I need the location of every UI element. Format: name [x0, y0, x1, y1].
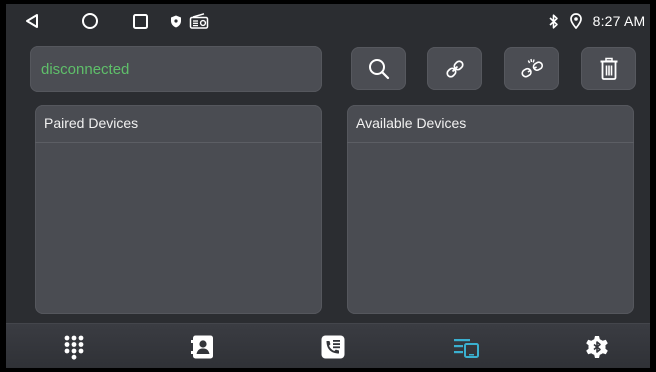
shield-icon [168, 4, 184, 38]
trash-icon [600, 57, 617, 80]
bluetooth-icon [546, 4, 562, 38]
disconnect-button[interactable] [504, 47, 559, 90]
nav-dialpad[interactable] [34, 324, 114, 368]
search-icon [368, 58, 389, 79]
bluetooth-settings-icon [586, 335, 608, 358]
home-icon[interactable] [78, 4, 102, 38]
location-icon [568, 4, 584, 38]
available-devices-panel: Available Devices [347, 105, 634, 314]
radio-icon [187, 4, 211, 38]
nav-call-log[interactable] [293, 324, 373, 368]
call-log-icon [321, 335, 345, 358]
search-button[interactable] [351, 47, 406, 90]
connection-status-field: disconnected [30, 46, 322, 92]
back-icon[interactable] [20, 4, 44, 38]
unlink-icon [520, 58, 543, 77]
paired-devices-title: Paired Devices [44, 115, 139, 131]
bluetooth-screen: 8:27 AM disconnected Paired Devices Avai… [6, 4, 650, 368]
bluetooth-devices-icon [454, 338, 479, 358]
paired-devices-panel: Paired Devices [35, 105, 322, 314]
contacts-icon [191, 335, 213, 358]
bottom-nav [6, 323, 650, 368]
status-bar: 8:27 AM [6, 4, 650, 38]
panel-divider [35, 142, 322, 143]
connect-button[interactable] [427, 47, 482, 90]
available-devices-title: Available Devices [356, 115, 467, 131]
panel-divider [347, 142, 634, 143]
clock: 8:27 AM [592, 13, 646, 29]
nav-bluetooth-devices[interactable] [427, 324, 507, 368]
nav-contacts[interactable] [163, 324, 243, 368]
delete-button[interactable] [581, 47, 636, 90]
dialpad-icon [64, 335, 84, 360]
link-icon [445, 59, 464, 78]
recents-icon[interactable] [128, 4, 152, 38]
nav-bluetooth-settings[interactable] [557, 324, 637, 368]
connection-status-text: disconnected [41, 60, 130, 78]
